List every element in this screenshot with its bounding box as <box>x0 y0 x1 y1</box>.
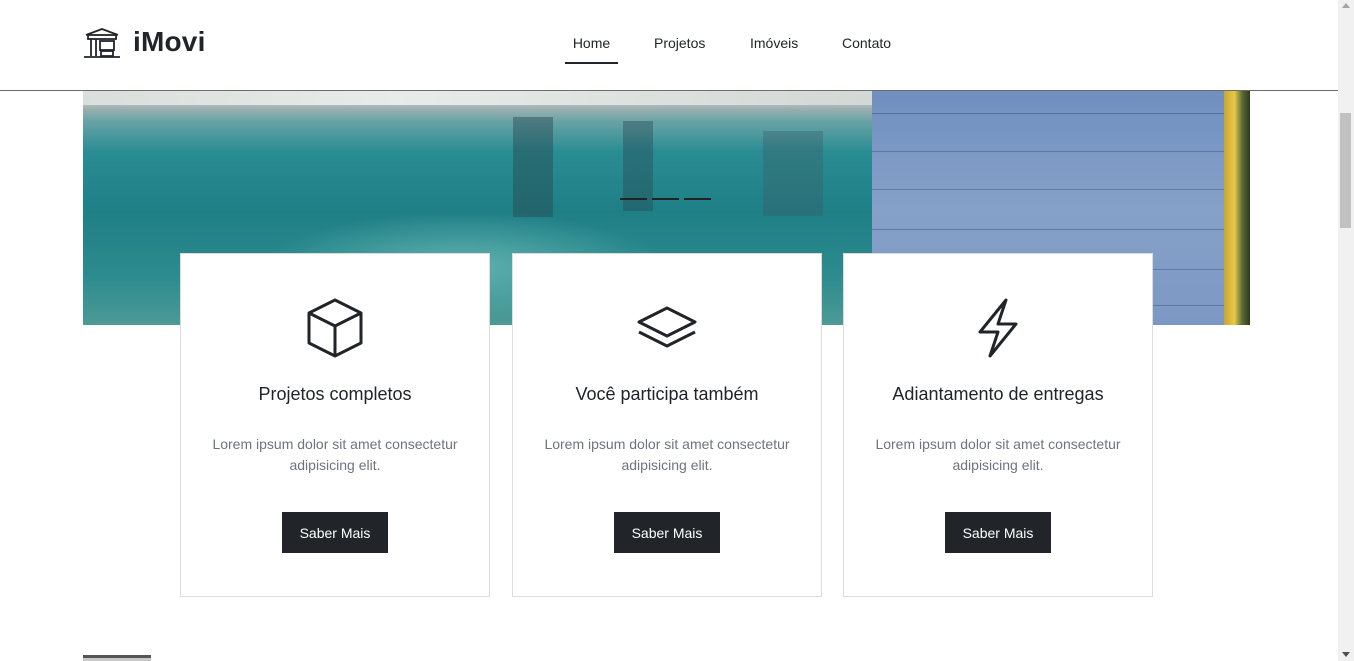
card-text: Lorem ipsum dolor sit amet consectetur a… <box>544 436 790 473</box>
nav-contato[interactable]: Contato <box>842 34 891 62</box>
layers-icon <box>635 296 699 360</box>
feature-card: Você participa também Lorem ipsum dolor … <box>512 253 822 597</box>
carousel-indicator[interactable] <box>620 198 647 200</box>
feature-card: Projetos completos Lorem ipsum dolor sit… <box>180 253 490 597</box>
site-header: iMovi Home Projetos Imóveis Contato <box>0 0 1338 91</box>
saber-mais-button[interactable]: Saber Mais <box>282 512 388 553</box>
saber-mais-button[interactable]: Saber Mais <box>614 512 720 553</box>
card-title: Você participa também <box>575 384 759 404</box>
lightning-icon <box>966 296 1030 360</box>
nav-projetos[interactable]: Projetos <box>654 34 705 62</box>
nav-imoveis[interactable]: Imóveis <box>750 34 798 62</box>
vertical-scrollbar[interactable] <box>1338 0 1354 661</box>
carousel-indicator[interactable] <box>652 198 679 200</box>
logo[interactable] <box>83 26 121 65</box>
nav-home[interactable]: Home <box>565 34 618 64</box>
carousel-indicators <box>620 198 712 201</box>
box-icon <box>303 296 367 360</box>
card-text: Lorem ipsum dolor sit amet consectetur a… <box>875 436 1121 473</box>
brand-name[interactable]: iMovi <box>133 26 206 58</box>
scroll-up-arrow-icon[interactable] <box>1342 3 1350 8</box>
card-text: Lorem ipsum dolor sit amet consectetur a… <box>212 436 458 473</box>
saber-mais-button[interactable]: Saber Mais <box>945 512 1051 553</box>
scroll-down-arrow-icon[interactable] <box>1342 652 1350 657</box>
card-title: Adiantamento de entregas <box>892 384 1104 404</box>
feature-card: Adiantamento de entregas Lorem ipsum dol… <box>843 253 1153 597</box>
scroll-thumb[interactable] <box>1340 113 1351 228</box>
card-title: Projetos completos <box>258 384 412 404</box>
building-icon <box>83 26 121 65</box>
carousel-indicator[interactable] <box>684 198 711 200</box>
